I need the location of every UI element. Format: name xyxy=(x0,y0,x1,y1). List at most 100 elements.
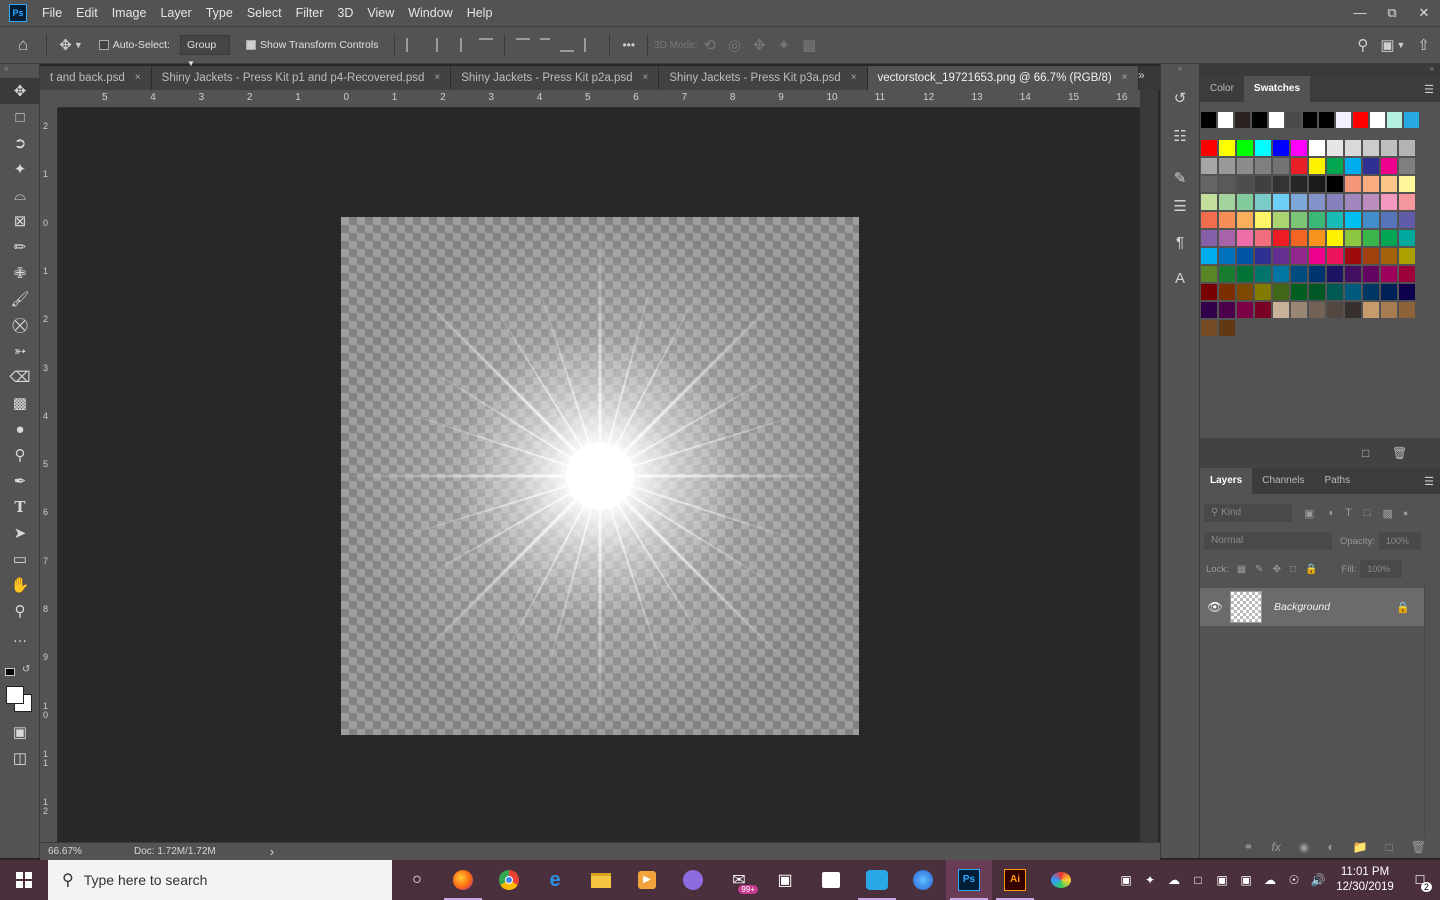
swatch[interactable] xyxy=(1399,140,1415,156)
volume-icon[interactable]: 🔊 xyxy=(1306,860,1330,900)
restore-icon[interactable]: ⧉ xyxy=(1376,0,1408,26)
swatch[interactable] xyxy=(1309,176,1325,192)
menu-filter[interactable]: Filter xyxy=(289,0,331,26)
align-top-icon[interactable] xyxy=(479,38,494,52)
onedrive-app-icon[interactable] xyxy=(854,860,900,900)
swatch[interactable] xyxy=(1285,112,1301,128)
swatch[interactable] xyxy=(1291,266,1307,282)
adjustments-icon[interactable]: ☰ xyxy=(1161,192,1199,220)
align-hcenter-icon[interactable] xyxy=(430,38,439,52)
swatch[interactable] xyxy=(1201,230,1217,246)
gradient-icon[interactable]: ▩ xyxy=(0,390,40,416)
swatch[interactable] xyxy=(1234,112,1250,128)
canvas-area[interactable] xyxy=(58,108,1140,842)
swatch[interactable] xyxy=(1327,284,1343,300)
swatch[interactable] xyxy=(1219,176,1235,192)
swatch[interactable] xyxy=(1237,230,1253,246)
swatch[interactable] xyxy=(1237,158,1253,174)
swatch[interactable] xyxy=(1273,140,1289,156)
show-transform-checkbox[interactable] xyxy=(245,39,260,51)
swatch[interactable] xyxy=(1291,158,1307,174)
filter-smart-icon[interactable]: ▩ xyxy=(1382,507,1392,520)
new-group-icon[interactable]: 📁 xyxy=(1353,840,1368,854)
lock-artboard-icon[interactable]: □ xyxy=(1290,564,1296,575)
tray-shield-icon[interactable]: ▣ xyxy=(1210,860,1234,900)
swatch[interactable] xyxy=(1255,140,1271,156)
menu-image[interactable]: Image xyxy=(105,0,154,26)
document-tab[interactable]: Shiny Jackets - Press Kit p3a.psd × xyxy=(659,66,868,90)
swatch[interactable] xyxy=(1251,112,1267,128)
swatch[interactable] xyxy=(1381,248,1397,264)
brush-icon[interactable]: 🖌 xyxy=(0,286,40,312)
add-mask-icon[interactable]: ◉ xyxy=(1299,840,1309,854)
swatch[interactable] xyxy=(1363,194,1379,210)
swatch[interactable] xyxy=(1363,176,1379,192)
eye-icon[interactable]: 👁 xyxy=(1200,600,1230,614)
menu-edit[interactable]: Edit xyxy=(69,0,105,26)
swatch[interactable] xyxy=(1404,112,1419,128)
swatch[interactable] xyxy=(1370,112,1386,128)
chevron-down-icon[interactable]: ▼ xyxy=(1397,40,1406,50)
close-icon[interactable]: ✕ xyxy=(1408,0,1440,26)
swatch[interactable] xyxy=(1255,248,1271,264)
swatch[interactable] xyxy=(1237,266,1253,282)
swatch[interactable] xyxy=(1381,194,1397,210)
swatch[interactable] xyxy=(1273,158,1289,174)
toolbox-collapse-icon[interactable]: » xyxy=(0,64,39,78)
swatch[interactable] xyxy=(1201,284,1217,300)
menu-type[interactable]: Type xyxy=(199,0,240,26)
new-swatch-icon[interactable]: □ xyxy=(1362,446,1369,460)
delete-layer-icon[interactable]: 🗑 xyxy=(1411,840,1426,854)
swatch[interactable] xyxy=(1219,266,1235,282)
swatch[interactable] xyxy=(1217,112,1233,128)
photoshop-taskbar-icon[interactable]: Ps xyxy=(946,860,992,900)
swatch[interactable] xyxy=(1291,176,1307,192)
menu-help[interactable]: Help xyxy=(460,0,500,26)
clock[interactable]: 11:01 PM 12/30/2019 xyxy=(1330,865,1400,895)
swatch[interactable] xyxy=(1399,284,1415,300)
document-canvas[interactable] xyxy=(341,217,859,735)
document-tab[interactable]: t and back.psd × xyxy=(40,66,152,90)
swatch[interactable] xyxy=(1255,194,1271,210)
swatch[interactable] xyxy=(1381,284,1397,300)
brushes-icon[interactable]: ✎ xyxy=(1161,164,1199,192)
auto-select-check[interactable] xyxy=(98,40,109,51)
tab-close-icon[interactable]: × xyxy=(643,66,649,90)
taskbar-search[interactable]: ⚲ Type here to search xyxy=(48,860,392,900)
swatch[interactable] xyxy=(1255,302,1271,318)
swatch[interactable] xyxy=(1201,158,1217,174)
swatch[interactable] xyxy=(1201,266,1217,282)
quick-mask-icon[interactable]: ▣ xyxy=(0,719,40,745)
type-tool-icon[interactable]: T xyxy=(0,494,40,520)
swatch[interactable] xyxy=(1268,112,1284,128)
lock-image-icon[interactable]: ✎ xyxy=(1255,564,1263,575)
swatch[interactable] xyxy=(1353,112,1369,128)
swatch[interactable] xyxy=(1273,284,1289,300)
tab-paths[interactable]: Paths xyxy=(1315,468,1361,494)
dock-collapse-icon[interactable]: « xyxy=(1161,64,1199,78)
auto-select-dropdown[interactable]: Group ▼ xyxy=(179,35,230,68)
swatch[interactable] xyxy=(1345,212,1361,228)
workspace-icon[interactable]: ▣ xyxy=(1380,36,1394,54)
swatch[interactable] xyxy=(1381,176,1397,192)
tray-app2-icon[interactable]: ▣ xyxy=(1234,860,1258,900)
tab-swatches[interactable]: Swatches xyxy=(1243,76,1311,102)
swatch[interactable] xyxy=(1273,212,1289,228)
swatch[interactable] xyxy=(1201,302,1217,318)
swatch[interactable] xyxy=(1255,266,1271,282)
panel-menu-icon[interactable]: ☰ xyxy=(1424,83,1434,96)
swatch[interactable] xyxy=(1309,266,1325,282)
notifications-icon[interactable]: ☐ 2 xyxy=(1400,860,1440,900)
swatch[interactable] xyxy=(1381,212,1397,228)
document-tab[interactable]: vectorstock_19721653.png @ 66.7% (RGB/8)… xyxy=(867,66,1139,90)
eyedropper-icon[interactable]: ✏ xyxy=(0,234,40,260)
swatch[interactable] xyxy=(1399,266,1415,282)
swatch[interactable] xyxy=(1363,212,1379,228)
lock-transparent-icon[interactable]: ▦ xyxy=(1237,564,1246,575)
fx-icon[interactable]: fx xyxy=(1271,840,1280,854)
default-colors-icon[interactable] xyxy=(5,668,15,676)
swatch[interactable] xyxy=(1363,230,1379,246)
swatch[interactable] xyxy=(1201,140,1217,156)
tray-photos-icon[interactable]: ✦ xyxy=(1138,860,1162,900)
swatch[interactable] xyxy=(1309,194,1325,210)
